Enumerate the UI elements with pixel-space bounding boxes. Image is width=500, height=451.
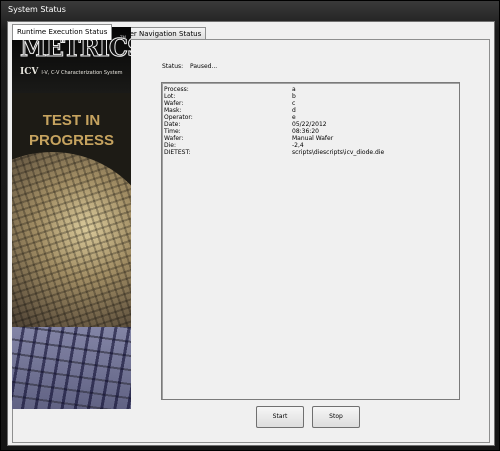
info-value: e xyxy=(292,114,296,121)
info-key: Lot: xyxy=(164,93,176,100)
info-key: DIETEST: xyxy=(164,149,191,156)
info-key: Operator: xyxy=(164,114,193,121)
info-value: Manual Wafer xyxy=(292,135,334,142)
run-info-list[interactable]: Process: a Lot: b Wafer: c Mask: d Operator:… xyxy=(161,82,460,400)
info-value: a xyxy=(292,86,296,93)
system-status-window: System Status Runtime Execution Status W… xyxy=(0,0,500,451)
info-key: Time: xyxy=(164,128,181,135)
test-in-progress-banner: TEST IN PROGRESS xyxy=(12,111,131,151)
tab-runtime-execution-status[interactable]: Runtime Execution Status xyxy=(12,24,113,40)
status-label: Status: xyxy=(162,63,184,70)
info-value: -2,4 xyxy=(292,142,304,149)
banner-line-2: PROGRESS xyxy=(28,132,115,149)
start-button[interactable]: Start xyxy=(256,406,304,428)
info-value: d xyxy=(292,107,296,114)
branding-image: METRICS TM ICV I-V, C-V Characterization … xyxy=(12,27,131,409)
info-value: c xyxy=(292,100,296,107)
banner-line-1: TEST IN xyxy=(42,112,101,129)
info-value: 05/22/2012 xyxy=(292,121,327,128)
product-subtitle: ICV I-V, C-V Characterization System xyxy=(20,67,130,77)
tab-strip: Runtime Execution Status Wafer Navigatio… xyxy=(12,24,207,40)
status-value: Paused... xyxy=(190,63,218,70)
info-key: Wafer: xyxy=(164,135,184,142)
info-key: Die: xyxy=(164,142,176,149)
info-value: 08:36:20 xyxy=(292,128,319,135)
stop-button[interactable]: Stop xyxy=(312,406,360,428)
trademark-mark: TM xyxy=(120,35,126,40)
product-name: ICV xyxy=(20,67,39,77)
keyboard-image xyxy=(12,327,131,409)
window-title: System Status xyxy=(8,5,66,14)
info-value: b xyxy=(292,93,296,100)
info-key: Mask: xyxy=(164,107,182,114)
info-value: scripts\diescripts\icv_diode.die xyxy=(292,149,385,156)
product-description: I-V, C-V Characterization System xyxy=(41,70,123,76)
info-key: Date: xyxy=(164,121,181,128)
info-key: Process: xyxy=(164,86,189,93)
info-key: Wafer: xyxy=(164,100,184,107)
